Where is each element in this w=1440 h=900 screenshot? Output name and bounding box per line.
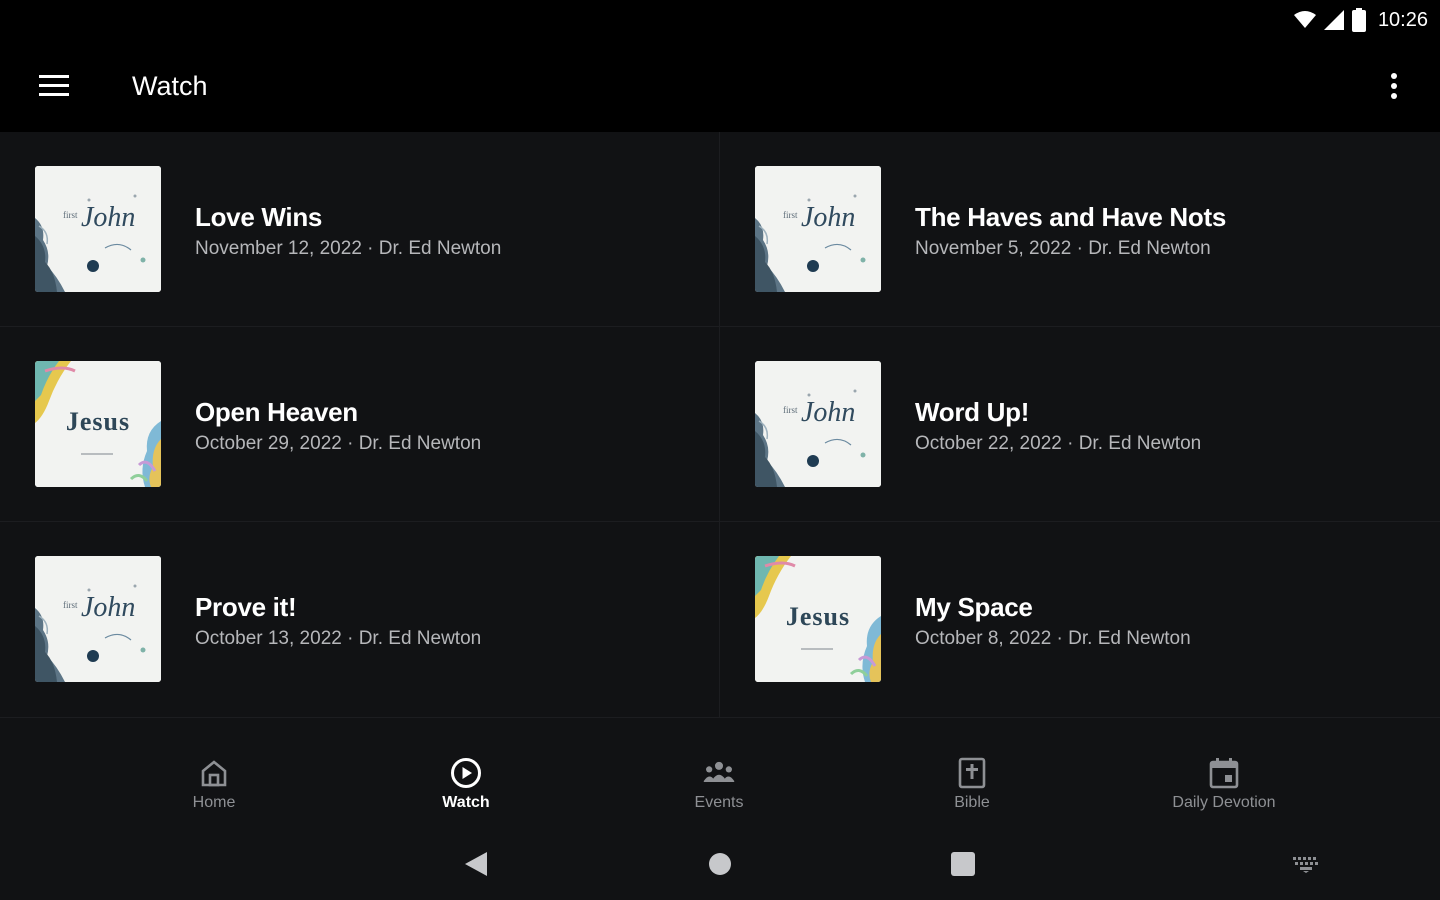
bottom-navigation: Home Watch Events Bible Daily Devotion bbox=[0, 718, 1440, 830]
back-button[interactable] bbox=[454, 844, 498, 884]
nav-item-watch[interactable]: Watch bbox=[376, 756, 556, 822]
status-icons: 10:26 bbox=[1293, 6, 1428, 34]
nav-label-home: Home bbox=[192, 794, 236, 811]
sermon-title: Love Wins bbox=[195, 202, 323, 232]
thumbnail-art-label: John bbox=[801, 202, 856, 233]
sermon-date-speaker: October 8, 2022 · Dr. Ed Newton bbox=[915, 628, 1191, 649]
app-bar: Watch bbox=[0, 40, 1440, 132]
thumbnail-art-label: Jesus bbox=[785, 602, 851, 631]
keyboard-icon bbox=[1293, 857, 1318, 873]
thumbnail-art-label: John bbox=[81, 202, 136, 233]
nav-label-bible: Bible bbox=[954, 794, 990, 811]
sermon-card[interactable]: first John Love Wins November 12, 2022 · Dr… bbox=[0, 132, 720, 327]
nav-item-bible[interactable]: Bible bbox=[882, 756, 1062, 822]
nav-item-home[interactable]: Home bbox=[124, 756, 304, 822]
thumbnail-art-label-small: first bbox=[63, 210, 78, 220]
sermon-thumbnail: first John bbox=[755, 361, 881, 487]
more-options-button[interactable] bbox=[1370, 62, 1418, 110]
thumbnail-art-label-small: first bbox=[783, 405, 798, 415]
sermon-date-speaker: November 5, 2022 · Dr. Ed Newton bbox=[915, 238, 1211, 259]
status-time: 10:26 bbox=[1377, 8, 1428, 31]
back-triangle-icon bbox=[465, 852, 487, 876]
sermon-date-speaker: October 13, 2022 · Dr. Ed Newton bbox=[195, 628, 482, 649]
sermon-card[interactable]: first John The Haves and Have Nots November… bbox=[720, 132, 1440, 327]
sermon-card[interactable]: Jesus My Space October 8, 2022 · Dr. Ed Ne… bbox=[720, 522, 1440, 718]
battery-icon bbox=[1351, 8, 1366, 32]
sermon-list: first John Love Wins November 12, 2022 · Dr… bbox=[0, 132, 1440, 718]
home-circle-icon bbox=[709, 853, 731, 875]
recents-button[interactable] bbox=[941, 844, 985, 884]
sermon-date-speaker: October 29, 2022 · Dr. Ed Newton bbox=[195, 433, 482, 454]
people-group-icon bbox=[702, 756, 736, 790]
sermon-card[interactable]: first John Prove it! October 13, 2022 · Dr.… bbox=[0, 522, 720, 718]
cell-signal-icon bbox=[1323, 10, 1344, 30]
menu-button[interactable] bbox=[28, 62, 80, 110]
sermon-title: The Haves and Have Nots bbox=[915, 202, 1226, 232]
sermon-thumbnail: Jesus bbox=[35, 361, 161, 487]
home-system-button[interactable] bbox=[698, 844, 742, 884]
nav-label-daily-devotion: Daily Devotion bbox=[1172, 794, 1276, 811]
sermon-date-speaker: November 12, 2022 · Dr. Ed Newton bbox=[195, 238, 502, 259]
keyboard-button[interactable] bbox=[1284, 844, 1328, 884]
sermon-card[interactable]: Jesus Open Heaven October 29, 2022 · Dr. E… bbox=[0, 327, 720, 522]
nav-item-events[interactable]: Events bbox=[629, 756, 809, 822]
thumbnail-art-label-small: first bbox=[783, 210, 798, 220]
sermon-card[interactable]: first John Word Up! October 22, 2022 · Dr. … bbox=[720, 327, 1440, 522]
status-bar: 10:26 bbox=[0, 0, 1440, 40]
home-icon bbox=[197, 756, 231, 790]
nav-label-events: Events bbox=[694, 794, 744, 811]
sermon-title: Open Heaven bbox=[195, 397, 358, 427]
sermon-title: Prove it! bbox=[195, 592, 297, 622]
sermon-thumbnail: first John bbox=[35, 556, 161, 682]
hamburger-menu-icon bbox=[39, 75, 69, 96]
thumbnail-art-label: John bbox=[81, 592, 136, 623]
thumbnail-art-label: John bbox=[801, 397, 856, 428]
nav-label-watch: Watch bbox=[442, 794, 490, 811]
sermon-title: Word Up! bbox=[915, 397, 1030, 427]
sermon-title: My Space bbox=[915, 592, 1033, 622]
more-vertical-icon bbox=[1391, 73, 1397, 99]
wifi-icon bbox=[1293, 11, 1316, 28]
sermon-thumbnail: first John bbox=[755, 166, 881, 292]
sermon-thumbnail: Jesus bbox=[755, 556, 881, 682]
recents-square-icon bbox=[951, 852, 975, 876]
sermon-thumbnail: first John bbox=[35, 166, 161, 292]
thumbnail-art-label: Jesus bbox=[65, 407, 131, 436]
bible-icon bbox=[955, 756, 989, 790]
sermon-date-speaker: October 22, 2022 · Dr. Ed Newton bbox=[915, 433, 1202, 454]
nav-item-daily-devotion[interactable]: Daily Devotion bbox=[1134, 756, 1314, 822]
play-circle-icon bbox=[449, 756, 483, 790]
page-title: Watch bbox=[132, 71, 208, 101]
calendar-icon bbox=[1207, 756, 1241, 790]
system-navigation-bar bbox=[0, 830, 1440, 900]
thumbnail-art-label-small: first bbox=[63, 600, 78, 610]
